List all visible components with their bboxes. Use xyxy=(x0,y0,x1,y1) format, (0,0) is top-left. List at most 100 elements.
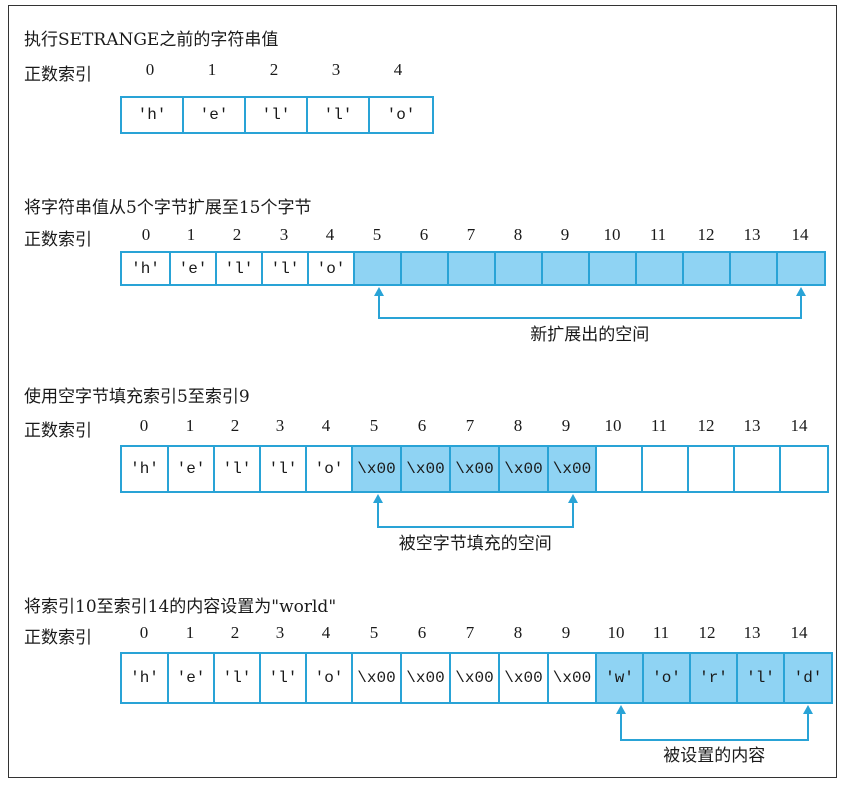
bracket-line xyxy=(377,317,802,319)
byte-cell xyxy=(731,253,778,284)
byte-cell: 'w' xyxy=(597,654,644,702)
byte-cell: 'l' xyxy=(308,98,370,132)
index-label: 14 xyxy=(790,623,808,642)
index-label: 6 xyxy=(417,416,427,435)
byte-cell: 'l' xyxy=(217,253,263,284)
bracket-line xyxy=(376,526,574,528)
byte-cell xyxy=(781,447,827,491)
byte-cell: 'e' xyxy=(184,98,246,132)
bracket-right-arrow xyxy=(807,712,809,740)
index-label: 5 xyxy=(372,225,382,244)
index-label: 4 xyxy=(321,416,331,435)
byte-cell: 'o' xyxy=(386,106,416,124)
byte-cell xyxy=(689,447,735,491)
index-label: 2 xyxy=(230,623,240,642)
index-label: 3 xyxy=(279,225,289,244)
byte-cell: 'l' xyxy=(246,98,308,132)
byte-cell xyxy=(402,253,449,284)
bracket-caption: 新扩展出的空间 xyxy=(526,320,654,345)
index-label: 3 xyxy=(275,623,285,642)
byte-cell: \x00 xyxy=(402,654,451,702)
byte-cell: 'e' xyxy=(169,447,215,491)
byte-cell xyxy=(543,253,590,284)
byte-cell xyxy=(643,447,689,491)
index-label: 4 xyxy=(393,60,403,79)
panel-title: 使用空字节填充索引5至索引9 xyxy=(24,387,250,407)
row-label: 正数索引 xyxy=(24,65,92,85)
byte-cell xyxy=(496,253,543,284)
byte-cell: 'l' xyxy=(215,447,261,491)
byte-cell: 'l' xyxy=(263,253,309,284)
index-label: 12 xyxy=(697,225,715,244)
byte-cell xyxy=(778,253,824,284)
arrowhead-icon xyxy=(615,705,626,714)
byte-array: 'h''e''l''l''o' \x00 \x00 \x00 \x00 \x00 xyxy=(120,445,829,493)
index-label: 6 xyxy=(417,623,427,642)
index-label: 13 xyxy=(743,623,761,642)
index-label: 9 xyxy=(560,225,570,244)
index-label: 2 xyxy=(232,225,242,244)
byte-cell: \x00 xyxy=(500,447,549,491)
index-label: 7 xyxy=(466,225,476,244)
byte-cell: 'd' xyxy=(785,654,831,702)
byte-cell: 'l' xyxy=(738,654,785,702)
byte-cell: 'l' xyxy=(261,447,307,491)
panel-title: 将索引10至索引14的内容设置为"world" xyxy=(24,597,337,617)
byte-cell: 'h' xyxy=(122,447,169,491)
bracket-right-arrow xyxy=(800,294,802,318)
arrowhead-icon xyxy=(796,287,806,296)
index-label: 0 xyxy=(139,623,149,642)
byte-cell: 'o' xyxy=(644,654,691,702)
byte-array: 'h''e''l''l''o' xyxy=(120,96,434,134)
bracket-left-arrow xyxy=(619,712,622,740)
index-label: 8 xyxy=(513,225,523,244)
index-label: 3 xyxy=(331,60,341,79)
index-label: 13 xyxy=(743,416,761,435)
index-label: 11 xyxy=(652,623,670,642)
figure-page: 执行SETRANGE之前的字符串值 正数索引 0 1 2 3 4'h''e''l''l''o… xyxy=(0,0,847,786)
index-label: 13 xyxy=(743,225,761,244)
index-label: 1 xyxy=(186,225,196,244)
index-label: 4 xyxy=(321,623,331,642)
index-label: 0 xyxy=(141,225,151,244)
byte-cell: \x00 xyxy=(451,447,500,491)
row-label: 正数索引 xyxy=(24,230,92,250)
arrowhead-icon xyxy=(803,705,813,714)
index-label: 2 xyxy=(230,416,240,435)
byte-cell: 'o' xyxy=(307,654,353,702)
byte-cell: 'o' xyxy=(307,447,353,491)
byte-cell: 'h' xyxy=(122,654,169,702)
index-label: 12 xyxy=(698,623,716,642)
index-label: 8 xyxy=(513,623,523,642)
byte-cell: \x00 xyxy=(353,447,402,491)
index-label: 14 xyxy=(790,416,808,435)
index-label: 5 xyxy=(369,623,379,642)
byte-cell xyxy=(590,253,637,284)
byte-cell: 'o' xyxy=(309,253,355,284)
index-label: 12 xyxy=(697,416,715,435)
index-label: 5 xyxy=(369,416,379,435)
index-label: 9 xyxy=(561,416,571,435)
byte-cell xyxy=(637,253,684,284)
bracket-caption: 被设置的内容 xyxy=(659,741,770,766)
index-label: 1 xyxy=(185,416,195,435)
row-label: 正数索引 xyxy=(24,421,92,441)
byte-cell: 'h' xyxy=(122,253,171,284)
index-label: 0 xyxy=(139,416,149,435)
byte-cell xyxy=(684,253,731,284)
index-label: 9 xyxy=(561,623,571,642)
byte-array: 'h''e''l''l''o' \x00 \x00 \x00 \x00 \x00'w''o… xyxy=(120,652,833,704)
index-label: 2 xyxy=(269,60,279,79)
byte-cell: 'e' xyxy=(169,654,215,702)
byte-cell: 'e' xyxy=(171,253,217,284)
index-label: 7 xyxy=(465,623,475,642)
index-label: 1 xyxy=(185,623,195,642)
byte-cell: \x00 xyxy=(451,654,500,702)
bracket-caption: 被空字节填充的空间 xyxy=(394,529,556,554)
index-label: 6 xyxy=(419,225,429,244)
byte-cell xyxy=(449,253,496,284)
index-label: 3 xyxy=(275,416,285,435)
arrowhead-icon xyxy=(568,494,578,503)
index-label: 1 xyxy=(207,60,217,79)
index-label: 10 xyxy=(607,623,625,642)
